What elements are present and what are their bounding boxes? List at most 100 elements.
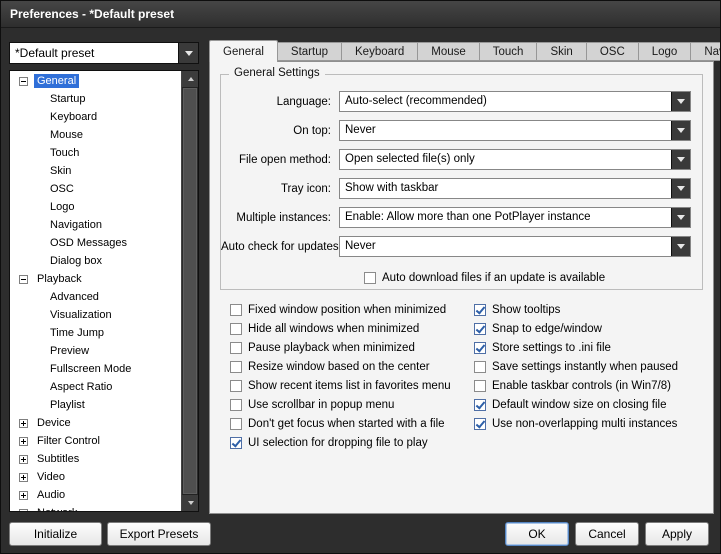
chevron-down-icon — [671, 179, 690, 198]
tree-item-advanced[interactable]: Advanced — [10, 288, 181, 306]
tree-scrollbar[interactable] — [181, 71, 198, 511]
tree-item-logo[interactable]: Logo — [10, 198, 181, 216]
tab-skin[interactable]: Skin — [536, 42, 587, 61]
tree-item-navigation[interactable]: Navigation — [10, 216, 181, 234]
options-left-column: Fixed window position when minimized Hid… — [230, 300, 451, 452]
tree-item-network[interactable]: Network — [10, 504, 181, 511]
checkbox-label: Hide all windows when minimized — [248, 322, 420, 335]
tree-item-audio[interactable]: Audio — [10, 486, 181, 504]
option-show-tooltips[interactable]: Show tooltips — [474, 300, 678, 319]
collapse-icon[interactable] — [19, 76, 28, 86]
tree-item-filter-control[interactable]: Filter Control — [10, 432, 181, 450]
option-pause-playback-minimized[interactable]: Pause playback when minimized — [230, 338, 451, 357]
expand-icon[interactable] — [19, 454, 28, 464]
tab-bar: General Startup Keyboard Mouse Touch Ski… — [209, 40, 720, 62]
checkbox-icon — [364, 271, 376, 284]
tree-item-playback[interactable]: Playback — [10, 270, 181, 288]
tree-item-preview[interactable]: Preview — [10, 342, 181, 360]
option-fixed-window-position[interactable]: Fixed window position when minimized — [230, 300, 451, 319]
multiple-instances-select[interactable]: Enable: Allow more than one PotPlayer in… — [339, 207, 691, 228]
initialize-button[interactable]: Initialize — [9, 522, 102, 546]
preset-select[interactable]: *Default preset — [9, 42, 199, 64]
tree-item-visualization[interactable]: Visualization — [10, 306, 181, 324]
tree-item-startup[interactable]: Startup — [10, 90, 181, 108]
tab-touch[interactable]: Touch — [478, 42, 538, 61]
tab-navigation[interactable]: Navi — [690, 42, 720, 61]
tree-item-keyboard[interactable]: Keyboard — [10, 108, 181, 126]
expand-icon[interactable] — [19, 418, 28, 428]
language-select[interactable]: Auto-select (recommended) — [339, 91, 691, 112]
expand-icon[interactable] — [19, 490, 28, 500]
checkbox-label: Show tooltips — [492, 303, 561, 316]
tree-item-mouse[interactable]: Mouse — [10, 126, 181, 144]
tree-item-skin[interactable]: Skin — [10, 162, 181, 180]
ok-button[interactable]: OK — [505, 522, 569, 546]
field-multiple-instances: Multiple instances: Enable: Allow more t… — [221, 207, 702, 228]
option-enable-taskbar-controls[interactable]: Enable taskbar controls (in Win7/8) — [474, 376, 678, 395]
tree-item-label: Keyboard — [50, 111, 98, 123]
field-language: Language: Auto-select (recommended) — [221, 91, 702, 112]
checkbox-icon — [230, 398, 242, 411]
tree-item-subtitles[interactable]: Subtitles — [10, 450, 181, 468]
tree-item-osc[interactable]: OSC — [10, 180, 181, 198]
expand-icon[interactable] — [19, 508, 28, 511]
general-settings-group: General Settings Language: Auto-select (… — [220, 67, 703, 290]
apply-button[interactable]: Apply — [645, 522, 709, 546]
checkbox-label: Use scrollbar in popup menu — [248, 398, 395, 411]
tree-item-video[interactable]: Video — [10, 468, 181, 486]
option-save-settings-instantly[interactable]: Save settings instantly when paused — [474, 357, 678, 376]
chevron-down-icon — [671, 208, 690, 227]
tab-general[interactable]: General — [209, 40, 278, 62]
combo-value: Open selected file(s) only — [345, 153, 475, 165]
option-ui-selection-dropping-file[interactable]: UI selection for dropping file to play — [230, 433, 451, 452]
scrollbar-thumb[interactable] — [183, 88, 197, 494]
tree-item-label: General — [34, 74, 80, 88]
on-top-select[interactable]: Never — [339, 120, 691, 141]
cancel-button[interactable]: Cancel — [575, 522, 639, 546]
file-open-method-select[interactable]: Open selected file(s) only — [339, 149, 691, 170]
option-non-overlapping-instances[interactable]: Use non-overlapping multi instances — [474, 414, 678, 433]
scroll-up-button[interactable] — [182, 71, 198, 88]
tree-item-playlist[interactable]: Playlist — [10, 396, 181, 414]
tree-item-general[interactable]: General — [10, 72, 181, 90]
tree-item-device[interactable]: Device — [10, 414, 181, 432]
tray-icon-select[interactable]: Show with taskbar — [339, 178, 691, 199]
option-dont-get-focus[interactable]: Don't get focus when started with a file — [230, 414, 451, 433]
tab-keyboard[interactable]: Keyboard — [341, 42, 419, 61]
option-hide-all-windows[interactable]: Hide all windows when minimized — [230, 319, 451, 338]
export-presets-button[interactable]: Export Presets — [107, 522, 211, 546]
option-resize-window-center[interactable]: Resize window based on the center — [230, 357, 451, 376]
option-snap-to-edge[interactable]: Snap to edge/window — [474, 319, 678, 338]
auto-check-updates-select[interactable]: Never — [339, 236, 691, 257]
tree-item-fullscreen-mode[interactable]: Fullscreen Mode — [10, 360, 181, 378]
tree-item-dialog-box[interactable]: Dialog box — [10, 252, 181, 270]
tab-startup[interactable]: Startup — [276, 42, 342, 61]
combo-value: Enable: Allow more than one PotPlayer in… — [345, 211, 591, 223]
combo-value: Auto-select (recommended) — [345, 95, 487, 107]
checkbox-icon — [474, 303, 486, 316]
scroll-down-button[interactable] — [182, 494, 198, 511]
expand-icon[interactable] — [19, 436, 28, 446]
tree-item-time-jump[interactable]: Time Jump — [10, 324, 181, 342]
option-default-window-size-closing[interactable]: Default window size on closing file — [474, 395, 678, 414]
option-use-scrollbar-popup-menu[interactable]: Use scrollbar in popup menu — [230, 395, 451, 414]
tab-logo[interactable]: Logo — [637, 42, 692, 61]
option-show-recent-items[interactable]: Show recent items list in favorites menu — [230, 376, 451, 395]
tree-item-label: Network — [34, 506, 80, 511]
option-auto-download-updates[interactable]: Auto download files if an update is avai… — [364, 268, 605, 287]
tree-item-label: Skin — [50, 165, 72, 177]
option-store-settings-ini[interactable]: Store settings to .ini file — [474, 338, 678, 357]
tree-item-aspect-ratio[interactable]: Aspect Ratio — [10, 378, 181, 396]
tab-mouse[interactable]: Mouse — [417, 42, 480, 61]
collapse-icon[interactable] — [19, 274, 28, 284]
tree-item-label: Subtitles — [37, 453, 80, 465]
expand-icon[interactable] — [19, 472, 28, 482]
checkbox-label: Resize window based on the center — [248, 360, 430, 373]
tree-item-osd-messages[interactable]: OSD Messages — [10, 234, 181, 252]
field-label: On top: — [293, 124, 331, 137]
triangle-up-icon — [187, 77, 194, 81]
title-bar[interactable]: Preferences - *Default preset — [1, 1, 720, 28]
tree-item-touch[interactable]: Touch — [10, 144, 181, 162]
checkbox-icon — [230, 360, 242, 373]
tab-osc[interactable]: OSC — [585, 42, 639, 61]
